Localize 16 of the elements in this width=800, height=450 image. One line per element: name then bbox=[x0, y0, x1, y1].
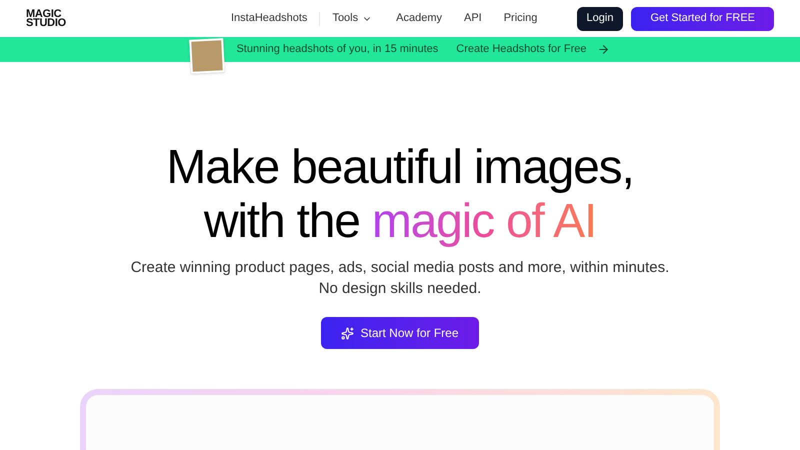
nav-link[interactable]: Tools bbox=[332, 10, 372, 27]
login-button[interactable]: Login bbox=[576, 6, 624, 30]
banner-link[interactable]: Create Headshots for Free bbox=[456, 41, 610, 58]
nav-link[interactable]: Pricing bbox=[504, 10, 538, 27]
arrow-right-icon bbox=[596, 43, 610, 56]
hero-subtitle: Create winning product pages, ads, social media posts and more, within minutes. No design skills needed. bbox=[130, 258, 670, 299]
sparkle-icon bbox=[341, 326, 354, 340]
logo[interactable]: MAGIC STUDIO bbox=[26, 10, 66, 28]
nav-link[interactable]: API bbox=[464, 10, 482, 27]
banner-text: Stunning headshots of you, in 15 minutes bbox=[236, 42, 438, 58]
nav-link[interactable]: InstaHeadshots bbox=[231, 10, 308, 27]
hero-headline: Make beautiful images, with the magic of AI bbox=[166, 141, 634, 249]
nav-link[interactable]: Academy bbox=[396, 10, 442, 27]
get-started-button[interactable]: Get Started for FREE bbox=[631, 6, 774, 30]
start-now-button[interactable]: Start Now for Free bbox=[321, 317, 479, 349]
photo-placeholder bbox=[190, 38, 226, 74]
